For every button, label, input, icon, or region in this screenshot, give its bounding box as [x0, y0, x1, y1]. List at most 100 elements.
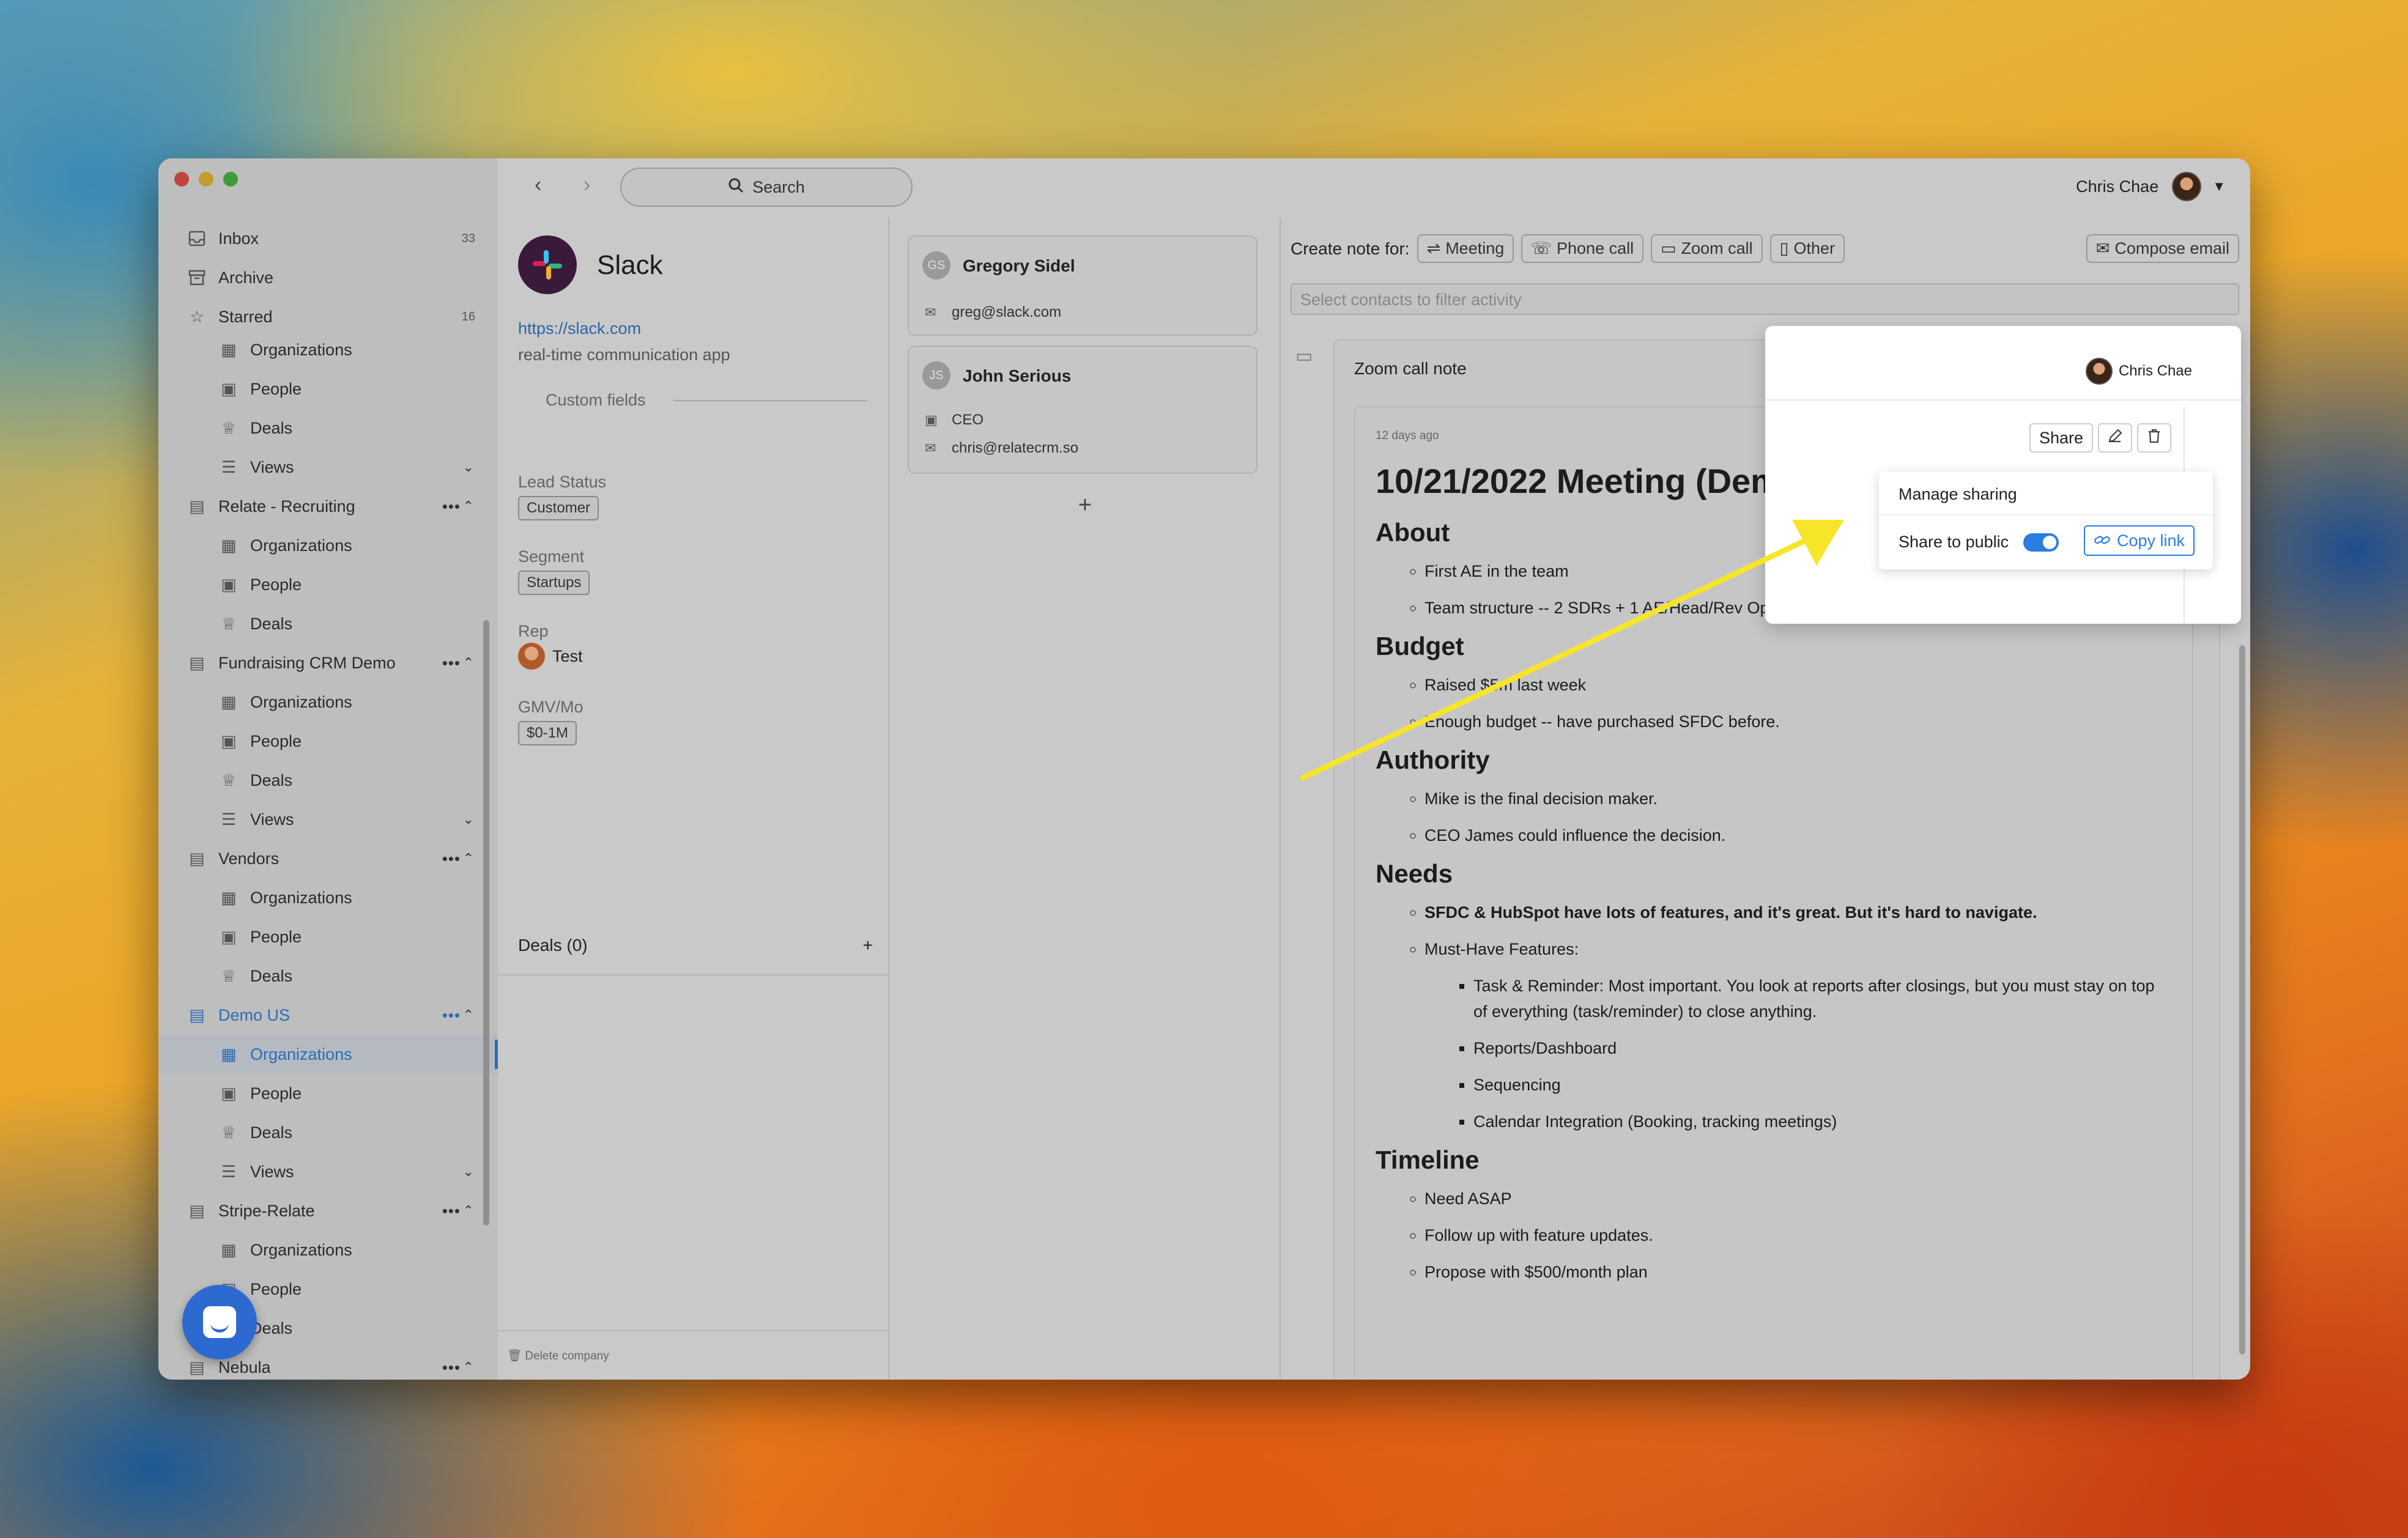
- trophy-icon: ♕: [221, 771, 237, 789]
- sidebar-workspace-fundraising[interactable]: ▤ Fundraising CRM Demo ••• ⌃: [158, 643, 483, 682]
- phone-call-label: Phone call: [1557, 239, 1634, 257]
- more-actions-icon[interactable]: •••: [442, 654, 461, 673]
- sidebar-item-views[interactable]: ☰ Views ⌄: [158, 800, 483, 839]
- contact-name[interactable]: John Serious: [963, 366, 1071, 386]
- add-deal-icon[interactable]: +: [863, 936, 873, 955]
- chevron-up-icon[interactable]: ⌃: [463, 498, 474, 514]
- chevron-down-icon[interactable]: ⌄: [463, 1164, 474, 1180]
- sidebar-item-label: Fundraising CRM Demo: [218, 653, 396, 672]
- forward-arrow-icon[interactable]: ›: [583, 173, 590, 197]
- more-actions-icon[interactable]: •••: [442, 497, 461, 516]
- other-note-button[interactable]: ▯ Other: [1769, 234, 1845, 263]
- sidebar-item-label: Deals: [250, 966, 293, 985]
- sidebar-item-label: Deals: [250, 418, 293, 437]
- sidebar-item-people[interactable]: ▣ People: [158, 369, 483, 409]
- compose-email-wrap: ✉ Compose email: [2079, 234, 2239, 263]
- share-popup-highlight: Chris Chae Share Manage sharing Share to…: [1765, 326, 2241, 624]
- copy-link-button[interactable]: Copy link: [2083, 525, 2195, 556]
- contact-card-icon: ▣: [221, 927, 237, 946]
- sidebar-item-people[interactable]: ▣ People: [158, 722, 483, 761]
- workspace-icon: ▤: [189, 849, 205, 868]
- chevron-up-icon[interactable]: ⌃: [463, 1007, 474, 1023]
- delete-note-button[interactable]: [2137, 423, 2171, 453]
- custom-fields-title: Custom fields: [546, 391, 646, 409]
- company-url-link[interactable]: https://slack.com: [518, 319, 641, 338]
- chevron-up-icon[interactable]: ⌃: [463, 655, 474, 671]
- chevron-up-icon[interactable]: ⌃: [463, 851, 474, 867]
- edit-note-button[interactable]: [2098, 423, 2132, 453]
- notes-scrollbar[interactable]: [2239, 645, 2245, 1355]
- contact-email[interactable]: greg@slack.com: [952, 304, 1061, 321]
- sidebar-item-organizations-active[interactable]: ▦ Organizations: [158, 1035, 498, 1074]
- sidebar-workspace-relate-recruiting[interactable]: ▤ Relate - Recruiting ••• ⌃: [158, 487, 483, 526]
- sidebar-item-organizations[interactable]: ▦ Organizations: [158, 1230, 483, 1270]
- sidebar-item-deals[interactable]: ♕ Deals: [158, 761, 483, 800]
- divider: [498, 1330, 888, 1331]
- sidebar-item-deals[interactable]: ♕ Deals: [158, 604, 483, 643]
- contact-filter-input[interactable]: Select contacts to filter activity: [1291, 283, 2239, 315]
- phone-icon: ☏: [1531, 239, 1552, 257]
- sidebar-item-label: People: [250, 1279, 302, 1298]
- share-public-toggle[interactable]: [2023, 533, 2059, 552]
- custom-fields-divider: Custom fields: [518, 391, 867, 410]
- delete-company-button[interactable]: 🗑 Delete company: [507, 1348, 609, 1363]
- views-icon: ☰: [221, 457, 237, 476]
- zoom-call-note-button[interactable]: ▭ Zoom call: [1651, 234, 1763, 263]
- sidebar-item-people[interactable]: ▣ People: [158, 565, 483, 604]
- more-actions-icon[interactable]: •••: [442, 1006, 461, 1025]
- sidebar-workspace-demo-us[interactable]: ▤ Demo US ••• ⌃: [158, 996, 483, 1035]
- contact-card[interactable]: JS John Serious ▣ CEO ✉ chris@relatecrm.…: [908, 346, 1258, 474]
- building-icon: ▦: [221, 1044, 237, 1063]
- user-name: Chris Chae: [2076, 177, 2159, 196]
- search-button[interactable]: Search: [620, 168, 913, 207]
- back-arrow-icon[interactable]: ‹: [535, 173, 541, 197]
- contact-name[interactable]: Gregory Sidel: [963, 256, 1075, 276]
- share-public-label: Share to public: [1899, 533, 2009, 551]
- sidebar-item-deals[interactable]: ♕ Deals: [158, 956, 483, 996]
- phone-call-note-button[interactable]: ☏ Phone call: [1521, 234, 1644, 263]
- sidebar-item-organizations[interactable]: ▦ Organizations: [158, 330, 483, 369]
- sidebar-item-label: Views: [250, 457, 294, 476]
- rep-value[interactable]: Test: [518, 643, 583, 670]
- compose-email-button[interactable]: ✉ Compose email: [2086, 234, 2239, 263]
- chevron-up-icon[interactable]: ⌃: [463, 1359, 474, 1375]
- zoom-window-button[interactable]: [223, 172, 238, 187]
- lead-status-tag[interactable]: Customer: [518, 496, 599, 520]
- contact-email[interactable]: chris@relatecrm.so: [952, 440, 1078, 457]
- more-actions-icon[interactable]: •••: [442, 1202, 461, 1221]
- sidebar-item-deals[interactable]: ♕ Deals: [158, 1113, 483, 1152]
- sidebar-item-views[interactable]: ☰ Views ⌄: [158, 1152, 483, 1191]
- chevron-down-icon[interactable]: ⌄: [463, 812, 474, 827]
- sidebar-item-archive[interactable]: Archive: [158, 258, 483, 297]
- meeting-note-button[interactable]: ⇌ Meeting: [1417, 234, 1514, 263]
- share-button[interactable]: Share: [2029, 423, 2093, 453]
- chat-launcher-button[interactable]: [182, 1285, 257, 1359]
- sidebar-item-organizations[interactable]: ▦ Organizations: [158, 526, 483, 565]
- sidebar-item-views[interactable]: ☰ Views ⌄: [158, 448, 483, 487]
- sidebar-item-people[interactable]: ▣ People: [158, 1074, 483, 1113]
- more-actions-icon[interactable]: •••: [442, 1358, 461, 1377]
- sidebar-workspace-vendors[interactable]: ▤ Vendors ••• ⌃: [158, 839, 483, 878]
- user-menu[interactable]: Chris Chae ▼: [2076, 172, 2226, 201]
- mail-icon: ✉: [925, 440, 936, 456]
- divider: [498, 974, 888, 975]
- handshake-icon: ⇌: [1426, 239, 1441, 257]
- contact-card[interactable]: GS Gregory Sidel ✉ greg@slack.com: [908, 235, 1258, 336]
- minimize-window-button[interactable]: [199, 172, 213, 187]
- sidebar-item-inbox[interactable]: Inbox 33: [158, 219, 483, 258]
- sidebar-scrollbar[interactable]: [483, 620, 489, 1226]
- sidebar-item-organizations[interactable]: ▦ Organizations: [158, 682, 483, 722]
- sidebar-item-people[interactable]: ▣ People: [158, 917, 483, 956]
- more-actions-icon[interactable]: •••: [442, 849, 461, 868]
- sidebar-workspace-stripe-relate[interactable]: ▤ Stripe-Relate ••• ⌃: [158, 1191, 483, 1230]
- chevron-up-icon[interactable]: ⌃: [463, 1203, 474, 1219]
- gmv-tag[interactable]: $0-1M: [518, 721, 577, 745]
- sidebar-item-organizations[interactable]: ▦ Organizations: [158, 878, 483, 917]
- trophy-icon: ♕: [221, 614, 237, 633]
- chevron-down-icon[interactable]: ⌄: [463, 459, 474, 475]
- segment-tag[interactable]: Startups: [518, 571, 590, 595]
- note-sublist: Task & Reminder: Most important. You loo…: [1473, 973, 2171, 1134]
- sidebar-item-deals[interactable]: ♕ Deals: [158, 409, 483, 448]
- close-window-button[interactable]: [174, 172, 189, 187]
- add-contact-icon[interactable]: +: [889, 492, 1281, 519]
